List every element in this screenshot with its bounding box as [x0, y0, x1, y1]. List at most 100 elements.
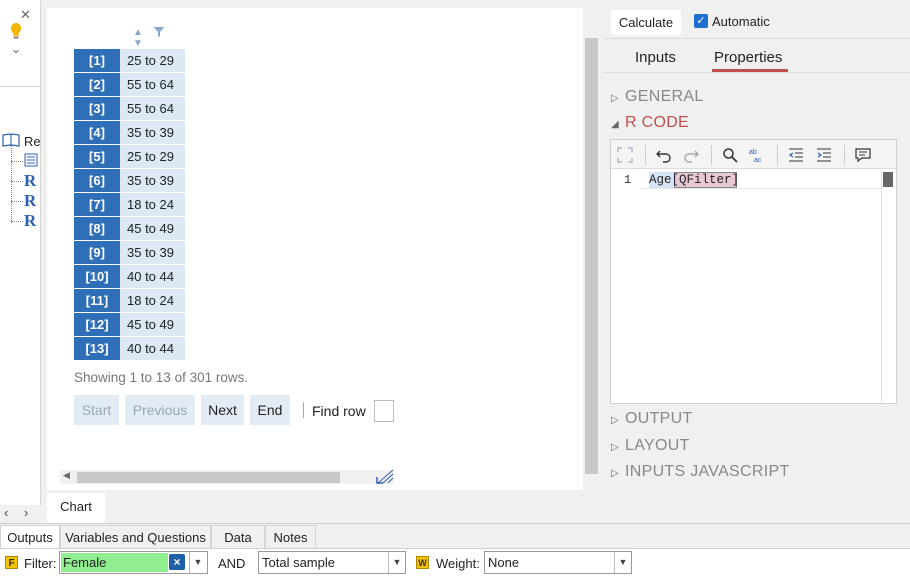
- row-index: [2]: [74, 73, 120, 96]
- horizontal-scrollbar-thumb[interactable]: [77, 472, 340, 483]
- svg-text:ac: ac: [754, 157, 762, 164]
- find-row-input[interactable]: [374, 400, 394, 422]
- r-output-icon[interactable]: R: [24, 212, 36, 229]
- table-row[interactable]: [4] 35 to 39: [74, 121, 185, 144]
- table-row[interactable]: [5] 25 to 29: [74, 145, 185, 168]
- filter-label: Filter:: [24, 556, 57, 571]
- tab-inputs[interactable]: Inputs: [635, 49, 676, 66]
- section-inputs-javascript[interactable]: ▷ INPUTS JAVASCRIPT: [611, 463, 790, 481]
- row-value: 35 to 39: [120, 121, 185, 144]
- automatic-checkbox[interactable]: ✓: [694, 14, 708, 28]
- tab-data[interactable]: Data: [211, 525, 265, 548]
- search-icon[interactable]: [721, 146, 739, 164]
- end-button[interactable]: End: [250, 395, 290, 425]
- row-index: [1]: [74, 49, 120, 72]
- close-icon[interactable]: ✕: [20, 8, 31, 21]
- row-index: [13]: [74, 337, 120, 360]
- panel-scroll-arrows[interactable]: ‹ ›: [4, 505, 46, 520]
- tab-outputs[interactable]: Outputs: [0, 525, 60, 548]
- section-label: OUTPUT: [625, 410, 693, 427]
- table-row[interactable]: [10] 40 to 44: [74, 265, 185, 288]
- chevron-down-icon[interactable]: ⌄: [11, 42, 21, 56]
- fullscreen-icon[interactable]: [616, 146, 634, 164]
- sample-value: Total sample: [262, 555, 335, 570]
- next-button[interactable]: Next: [201, 395, 244, 425]
- indent-icon[interactable]: [815, 146, 833, 164]
- comment-icon[interactable]: [854, 146, 872, 164]
- vertical-scrollbar-thumb[interactable]: [585, 38, 598, 474]
- redo-icon[interactable]: [682, 146, 700, 164]
- table-row[interactable]: [11] 18 to 24: [74, 289, 185, 312]
- table-row[interactable]: [6] 35 to 39: [74, 169, 185, 192]
- undo-icon[interactable]: [655, 146, 673, 164]
- tab-chart[interactable]: Chart: [47, 493, 105, 523]
- chevron-down-icon[interactable]: ▼: [388, 552, 405, 573]
- row-index: [8]: [74, 217, 120, 240]
- tree-root-label[interactable]: Re: [24, 134, 41, 149]
- editor-scrollbar[interactable]: [881, 170, 896, 403]
- clear-filter-icon[interactable]: ×: [169, 554, 185, 570]
- table-item-icon[interactable]: [24, 153, 38, 167]
- lightbulb-icon[interactable]: [9, 22, 23, 40]
- code-token: Age: [649, 173, 672, 187]
- outdent-icon[interactable]: [787, 146, 805, 164]
- resize-grip-icon[interactable]: [376, 468, 394, 484]
- row-index: [11]: [74, 289, 120, 312]
- and-label: AND: [218, 556, 246, 571]
- divider: [603, 72, 910, 73]
- code-token: [: [671, 173, 680, 187]
- tree-connector: [11, 201, 23, 202]
- chevron-down-icon[interactable]: ▼: [614, 552, 631, 573]
- section-output[interactable]: ▷ OUTPUT: [611, 410, 693, 428]
- weight-value: None: [488, 555, 520, 570]
- row-index: [12]: [74, 313, 120, 336]
- row-value: 45 to 49: [120, 217, 185, 240]
- table-row[interactable]: [1] 25 to 29: [74, 49, 185, 72]
- automatic-label: Automatic: [712, 14, 770, 29]
- table-row[interactable]: [7] 18 to 24: [74, 193, 185, 216]
- rows-summary: Showing 1 to 13 of 301 rows.: [74, 370, 249, 385]
- code-token: QFilter: [679, 173, 732, 187]
- row-index: [5]: [74, 145, 120, 168]
- row-index: [9]: [74, 241, 120, 264]
- table-row[interactable]: [8] 45 to 49: [74, 217, 185, 240]
- row-value: 40 to 44: [120, 265, 185, 288]
- filter-icon[interactable]: [153, 26, 165, 38]
- section-label: GENERAL: [625, 88, 704, 105]
- replace-icon[interactable]: ab ac: [748, 146, 766, 164]
- calculate-button[interactable]: Calculate: [611, 10, 681, 35]
- r-output-icon[interactable]: R: [24, 192, 36, 209]
- scroll-left-icon[interactable]: ◀: [63, 470, 70, 481]
- row-index: [4]: [74, 121, 120, 144]
- collapse-triangle-icon: ◢: [611, 119, 619, 130]
- row-value: 55 to 64: [120, 97, 185, 120]
- previous-button[interactable]: Previous: [125, 395, 195, 425]
- r-output-icon[interactable]: R: [24, 172, 36, 189]
- table-row[interactable]: [3] 55 to 64: [74, 97, 185, 120]
- section-general[interactable]: ▷ GENERAL: [611, 88, 704, 106]
- tree-connector: [11, 161, 23, 162]
- report-book-icon: [2, 133, 20, 147]
- table-row[interactable]: [2] 55 to 64: [74, 73, 185, 96]
- code-line[interactable]: Age[QFilter]: [649, 172, 739, 188]
- tab-properties[interactable]: Properties: [714, 49, 782, 66]
- row-index: [3]: [74, 97, 120, 120]
- chevron-down-icon[interactable]: ▼: [189, 552, 206, 573]
- tab-notes[interactable]: Notes: [265, 525, 316, 548]
- section-r-code[interactable]: ◢ R CODE: [611, 114, 689, 132]
- table-row[interactable]: [12] 45 to 49: [74, 313, 185, 336]
- sample-dropdown[interactable]: Total sample: [258, 551, 406, 574]
- sort-icon[interactable]: ▲ ▼: [133, 27, 143, 49]
- weight-dropdown[interactable]: None: [484, 551, 632, 574]
- editor-scrollbar-thumb[interactable]: [883, 172, 893, 187]
- start-button[interactable]: Start: [74, 395, 119, 425]
- tab-variables-and-questions[interactable]: Variables and Questions: [60, 525, 211, 548]
- row-value: 18 to 24: [120, 193, 185, 216]
- table-row[interactable]: [9] 35 to 39: [74, 241, 185, 264]
- filter-value[interactable]: Female: [61, 553, 168, 572]
- row-value: 40 to 44: [120, 337, 185, 360]
- section-layout[interactable]: ▷ LAYOUT: [611, 437, 690, 455]
- line-number: 1: [624, 173, 632, 187]
- row-value: 35 to 39: [120, 169, 185, 192]
- table-row[interactable]: [13] 40 to 44: [74, 337, 185, 360]
